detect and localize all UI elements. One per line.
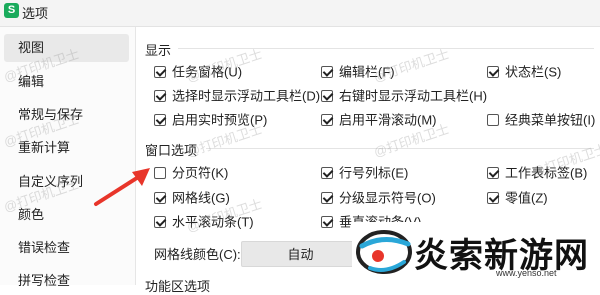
checkbox-label: 经典菜单按钮(I): [505, 112, 596, 128]
gridline-color-button[interactable]: 自动: [241, 241, 360, 267]
checkbox-checked-icon[interactable]: [154, 89, 166, 102]
status-bar-checkbox[interactable]: 状态栏(S): [487, 64, 561, 82]
checkbox-checked-icon[interactable]: [154, 65, 166, 78]
checkbox-unchecked-icon[interactable]: [487, 113, 499, 126]
zero-values-checkbox[interactable]: 零值(Z): [487, 190, 548, 208]
annotation-arrow-icon: [94, 168, 150, 206]
checkbox-checked-icon[interactable]: [154, 113, 166, 126]
gridline-color-label: 网格线颜色(C):: [154, 247, 241, 262]
classic-menu-checkbox[interactable]: 经典菜单按钮(I): [487, 112, 595, 130]
float-toolbar-rightclick-checkbox[interactable]: 右键时显示浮动工具栏(H): [321, 88, 487, 106]
app-logo-icon: S: [4, 3, 19, 18]
checkbox-checked-icon[interactable]: [154, 215, 166, 228]
sidebar-item-error-check[interactable]: 错误检查: [0, 234, 135, 262]
checkbox-checked-icon[interactable]: [487, 191, 499, 204]
checkbox-checked-icon[interactable]: [321, 166, 333, 179]
row-col-headers-checkbox[interactable]: 行号列标(E): [321, 165, 408, 183]
title-bar: S 选项: [0, 0, 600, 27]
checkbox-label: 右键时显示浮动工具栏(H): [339, 88, 488, 104]
checkbox-checked-icon[interactable]: [487, 65, 499, 78]
logo-mark-icon: [356, 230, 412, 274]
checkbox-checked-icon[interactable]: [487, 166, 499, 179]
checkbox-label: 零值(Z): [505, 190, 548, 206]
display-section-title: 显示: [145, 43, 172, 58]
logo-url: www.yenso.net: [496, 268, 557, 278]
checkbox-label: 行号列标(E): [339, 165, 409, 181]
checkbox-checked-icon[interactable]: [321, 65, 333, 78]
checkbox-label: 网格线(G): [172, 190, 230, 206]
sidebar-item-spell-check[interactable]: 拼写检查: [0, 267, 135, 295]
page-break-checkbox[interactable]: 分页符(K): [154, 165, 228, 183]
checkbox-checked-icon[interactable]: [154, 191, 166, 204]
site-logo-overlay: 炎索新游网 www.yenso.net: [352, 222, 600, 285]
outline-symbols-checkbox[interactable]: 分级显示符号(O): [321, 190, 436, 208]
checkbox-unchecked-icon[interactable]: [154, 166, 166, 179]
next-section-title-partial: 功能区选项: [145, 279, 211, 294]
checkbox-label: 分级显示符号(O): [339, 190, 436, 206]
checkbox-checked-icon[interactable]: [321, 215, 333, 228]
window-title: 选项: [22, 6, 49, 21]
checkbox-checked-icon[interactable]: [321, 89, 333, 102]
checkbox-label: 分页符(K): [172, 165, 229, 181]
float-toolbar-select-checkbox[interactable]: 选择时显示浮动工具栏(D): [154, 88, 320, 106]
checkbox-checked-icon[interactable]: [321, 191, 333, 204]
checkbox-checked-icon[interactable]: [321, 113, 333, 126]
checkbox-label: 状态栏(S): [505, 64, 562, 80]
watermark: @打印机卫士: [371, 46, 451, 85]
checkbox-label: 选择时显示浮动工具栏(D): [172, 88, 321, 104]
